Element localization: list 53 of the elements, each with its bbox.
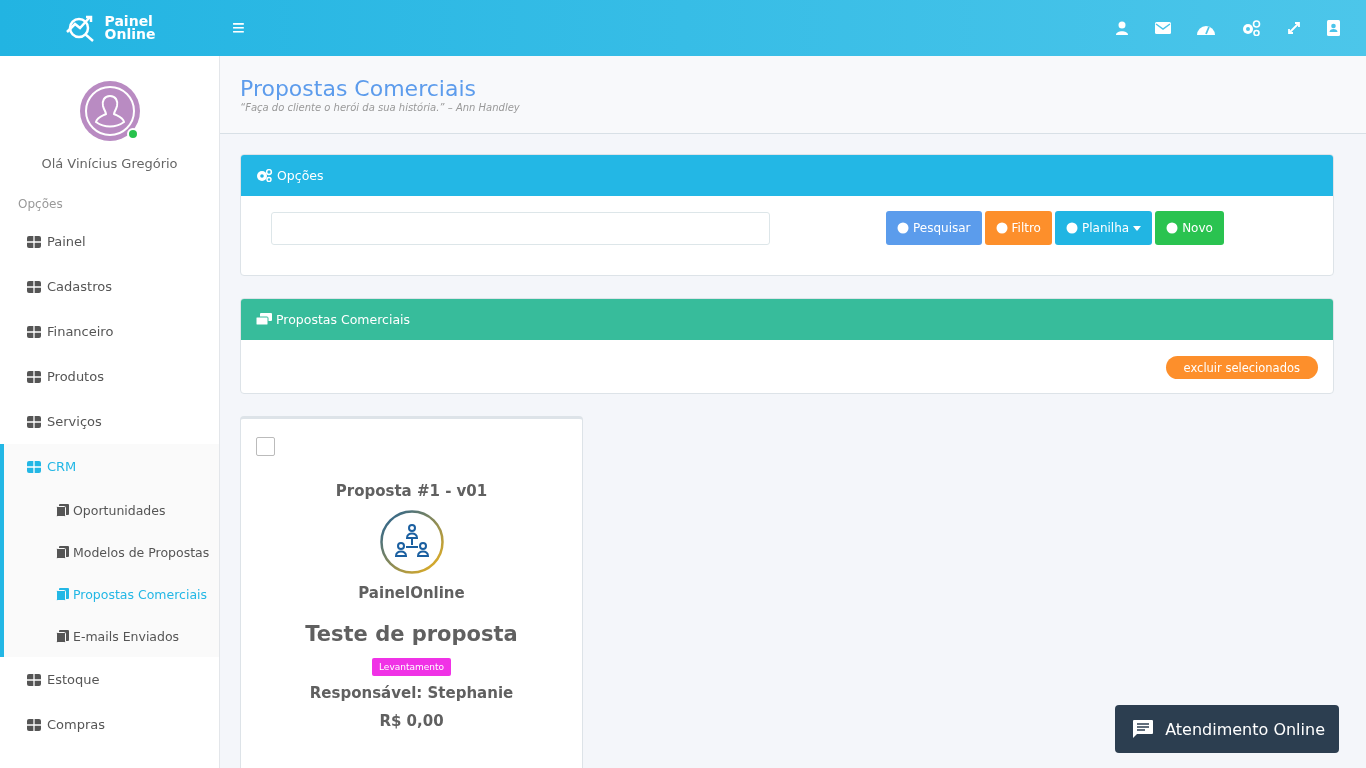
menu-item-icon — [26, 459, 42, 474]
sidebar-item[interactable]: Painel — [0, 219, 219, 264]
responsible-text: Responsável: Stephanie — [309, 684, 514, 702]
panel-title: Opções — [277, 168, 324, 183]
menu-item-icon — [26, 672, 42, 687]
menu-item-icon — [26, 324, 42, 339]
sidebar-subitem[interactable]: Oportunidades — [4, 489, 219, 531]
org-chart-logo-icon — [379, 510, 444, 574]
menu-item-icon — [26, 234, 42, 249]
user-icon[interactable] — [1115, 21, 1129, 35]
caret-icon — [1133, 225, 1142, 231]
online-support-button[interactable]: Atendimento Online — [1115, 705, 1339, 753]
proposal-value: R$ 0,00 — [379, 712, 444, 730]
button-icon — [995, 222, 1008, 234]
settings-icon[interactable] — [1241, 20, 1261, 36]
button-icon — [897, 222, 909, 234]
button-icon — [1166, 222, 1179, 234]
menu-item-icon — [26, 369, 42, 384]
sidebar-item[interactable]: Financeiro — [0, 309, 219, 354]
page-quote: “Faça do cliente o herói da sua história.” – Ann Handley — [240, 102, 521, 113]
user-greeting: Olá Vinícius Gregório — [40, 156, 179, 171]
page-title: Propostas Comerciais — [240, 76, 477, 102]
status-tag: Levantamento — [372, 658, 451, 676]
contact-book-icon[interactable] — [1327, 20, 1340, 36]
panel-title: Propostas Comerciais — [276, 312, 411, 327]
avatar-silhouette-icon — [78, 80, 141, 142]
gears-icon — [256, 169, 273, 182]
submenu-item-icon — [56, 629, 70, 643]
sidebar-subitem[interactable]: Modelos de Propostas — [4, 531, 219, 573]
sidebar-heading: Opções — [17, 197, 64, 211]
submenu-item-icon — [56, 545, 70, 559]
submenu-item-icon — [56, 587, 70, 601]
company-name: PainelOnline — [358, 584, 465, 602]
button-icon — [1065, 222, 1078, 234]
proposal-name: Teste de proposta — [305, 622, 518, 646]
money-icon — [256, 313, 272, 326]
menu-item-icon — [26, 717, 42, 732]
sidebar-item[interactable]: Produtos — [0, 354, 219, 399]
menu-item-icon — [26, 279, 42, 294]
sidebar-item[interactable]: Estoque — [0, 657, 219, 702]
select-checkbox[interactable] — [256, 437, 275, 456]
sidebar-item[interactable]: Cadastros — [0, 264, 219, 309]
proposal-number: Proposta #1 - v01 — [335, 482, 488, 500]
sidebar-item[interactable]: Serviços — [0, 399, 219, 444]
chat-icon — [1133, 720, 1154, 738]
submenu-item-icon — [56, 503, 70, 517]
menu-item-icon — [26, 414, 42, 429]
sidebar-subitem[interactable]: E-mails Enviados — [4, 615, 219, 657]
expand-icon[interactable] — [1287, 21, 1301, 35]
envelope-icon[interactable] — [1155, 22, 1171, 34]
search-field[interactable] — [271, 211, 770, 245]
logo-text: Painel Online — [104, 15, 156, 41]
sidebar-item[interactable]: Compras — [0, 702, 219, 747]
